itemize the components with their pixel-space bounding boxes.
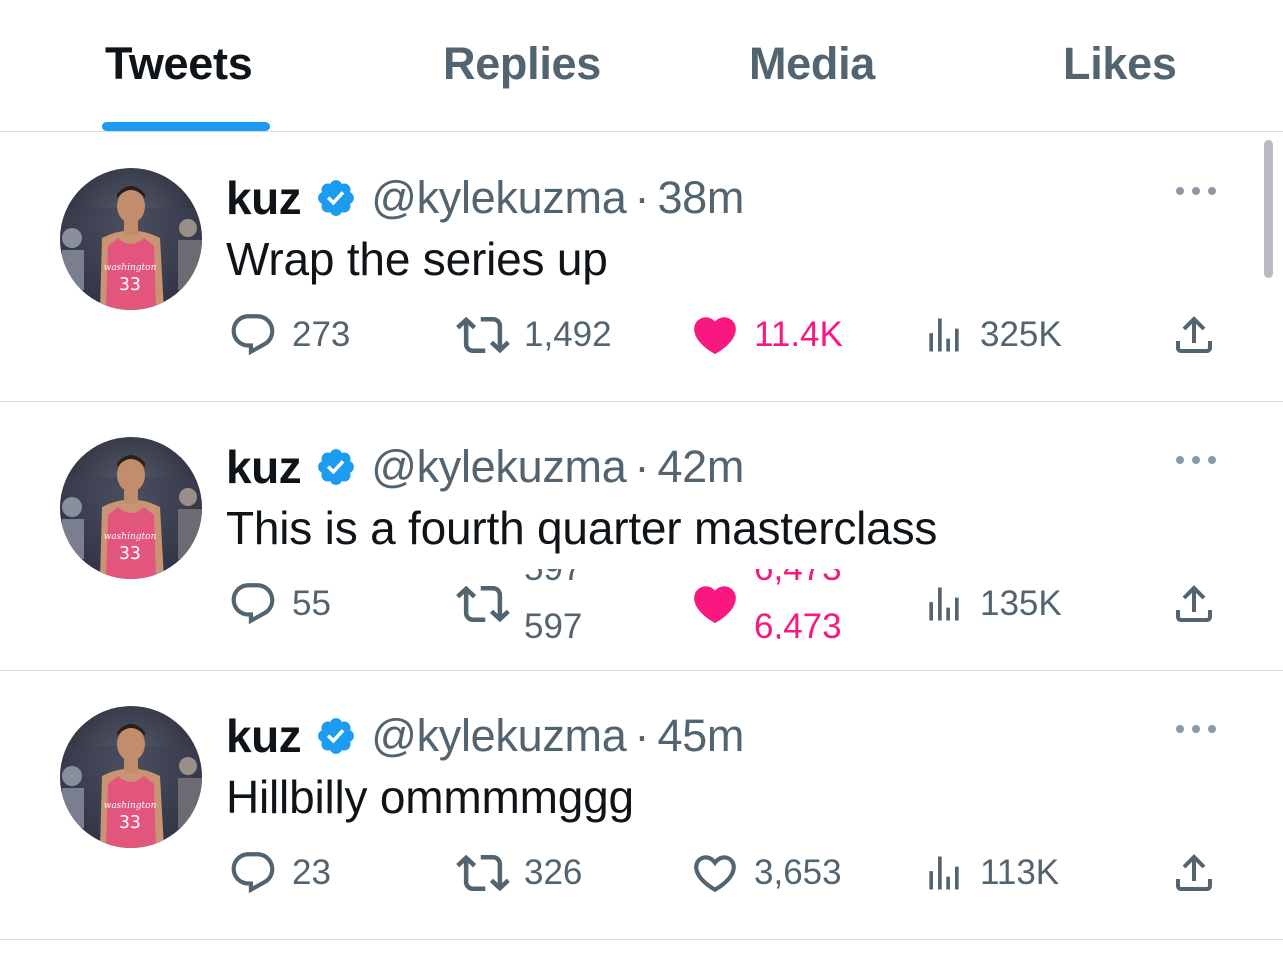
svg-text:33: 33 [119, 543, 141, 564]
like-count-rolling: 6,473 6,473 [754, 569, 864, 639]
reply-icon [231, 852, 275, 894]
svg-text:washington: washington [104, 532, 157, 542]
svg-text:washington: washington [104, 801, 157, 811]
separator: · [634, 172, 650, 223]
profile-timeline: Tweets Replies Media Likes washington 33 [0, 0, 1283, 968]
reply-icon [231, 314, 275, 356]
retweet-button[interactable]: 326 [456, 838, 582, 908]
timestamp[interactable]: 42m [657, 441, 744, 493]
verified-badge-icon [318, 718, 355, 754]
retweet-icon [456, 854, 510, 892]
views-count: 113K [980, 853, 1060, 892]
retweet-count: 1,492 [524, 315, 612, 354]
share-icon [1176, 854, 1212, 891]
tweet-text: Wrap the series up [226, 233, 608, 285]
timestamp[interactable]: 38m [657, 172, 744, 224]
views-button[interactable]: 135K [922, 569, 1062, 639]
tweet-text: Hillbilly ommmmggg [226, 771, 634, 823]
retweet-icon [456, 585, 510, 623]
retweet-count-rolling: 597 597 [524, 569, 614, 639]
tweet-text: This is a fourth quarter masterclass [226, 502, 938, 554]
reply-button[interactable]: 55 [228, 569, 331, 639]
share-icon [1176, 585, 1212, 622]
like-button[interactable]: 11.4K [690, 300, 843, 370]
avatar[interactable]: washington 33 [60, 706, 202, 848]
like-count-previous: 6,473 [754, 569, 842, 589]
tweet-header: kuz @kylekuzma · 42m [226, 437, 744, 497]
retweet-count: 597 [524, 607, 583, 639]
handle[interactable]: @kylekuzma [371, 710, 627, 762]
tweet[interactable]: washington 33 kuz @kylekuzma · 42m This … [0, 401, 1283, 671]
views-chart-icon [929, 587, 959, 621]
tab-media[interactable]: Media [749, 38, 875, 90]
share-button[interactable] [1170, 838, 1218, 908]
views-button[interactable]: 325K [922, 300, 1062, 370]
display-name[interactable]: kuz [226, 709, 302, 763]
retweet-button[interactable]: 1,492 [456, 300, 612, 370]
retweet-count: 326 [524, 853, 583, 892]
share-button[interactable] [1170, 569, 1218, 639]
reply-button[interactable]: 273 [228, 300, 350, 370]
reply-count: 55 [292, 584, 331, 623]
retweet-icon [456, 316, 510, 354]
handle[interactable]: @kylekuzma [371, 441, 627, 493]
tab-likes[interactable]: Likes [1063, 38, 1177, 90]
svg-text:33: 33 [119, 812, 141, 833]
verified-badge-icon [318, 180, 355, 216]
like-button[interactable]: 3,653 [690, 838, 842, 908]
like-button[interactable]: 6,473 6,473 [690, 569, 864, 639]
timestamp[interactable]: 45m [657, 710, 744, 762]
reply-button[interactable]: 23 [228, 838, 331, 908]
views-count: 325K [980, 315, 1062, 354]
display-name[interactable]: kuz [226, 171, 302, 225]
svg-text:washington: washington [104, 263, 157, 273]
reply-icon [231, 583, 275, 625]
retweet-count-previous: 597 [524, 569, 582, 589]
share-icon [1176, 316, 1212, 353]
tweet[interactable]: washington 33 kuz @kylekuzma · 45m Hillb… [0, 670, 1283, 940]
like-count: 6,473 [754, 607, 842, 639]
tweet-header: kuz @kylekuzma · 38m [226, 168, 744, 228]
views-chart-icon [929, 318, 959, 352]
like-count: 11.4K [754, 315, 843, 354]
heart-outline-icon [694, 855, 736, 893]
more-options-icon[interactable] [1174, 184, 1218, 198]
tweet-header: kuz @kylekuzma · 45m [226, 706, 744, 766]
display-name[interactable]: kuz [226, 440, 302, 494]
tab-replies[interactable]: Replies [443, 38, 601, 90]
retweet-button[interactable]: 597 597 [456, 569, 614, 639]
share-button[interactable] [1170, 300, 1218, 370]
heart-filled-icon [694, 317, 736, 355]
separator: · [634, 441, 650, 492]
reply-count: 273 [292, 315, 351, 354]
like-count: 3,653 [754, 853, 842, 892]
separator: · [634, 710, 650, 761]
views-count: 135K [980, 584, 1062, 623]
more-options-icon[interactable] [1174, 722, 1218, 736]
verified-badge-icon [318, 449, 355, 485]
avatar[interactable]: washington 33 [60, 168, 202, 310]
handle[interactable]: @kylekuzma [371, 172, 627, 224]
profile-tabs: Tweets Replies Media Likes [0, 0, 1283, 132]
tab-tweets[interactable]: Tweets [105, 38, 253, 90]
more-options-icon[interactable] [1174, 453, 1218, 467]
reply-count: 23 [292, 853, 331, 892]
active-tab-indicator [102, 122, 270, 131]
svg-text:33: 33 [119, 274, 141, 295]
views-button[interactable]: 113K [922, 838, 1059, 908]
tweet[interactable]: washington 33 kuz @kylekuzma · 38m Wrap … [0, 132, 1283, 402]
heart-filled-icon [694, 586, 736, 624]
views-chart-icon [929, 856, 959, 890]
avatar[interactable]: washington 33 [60, 437, 202, 579]
